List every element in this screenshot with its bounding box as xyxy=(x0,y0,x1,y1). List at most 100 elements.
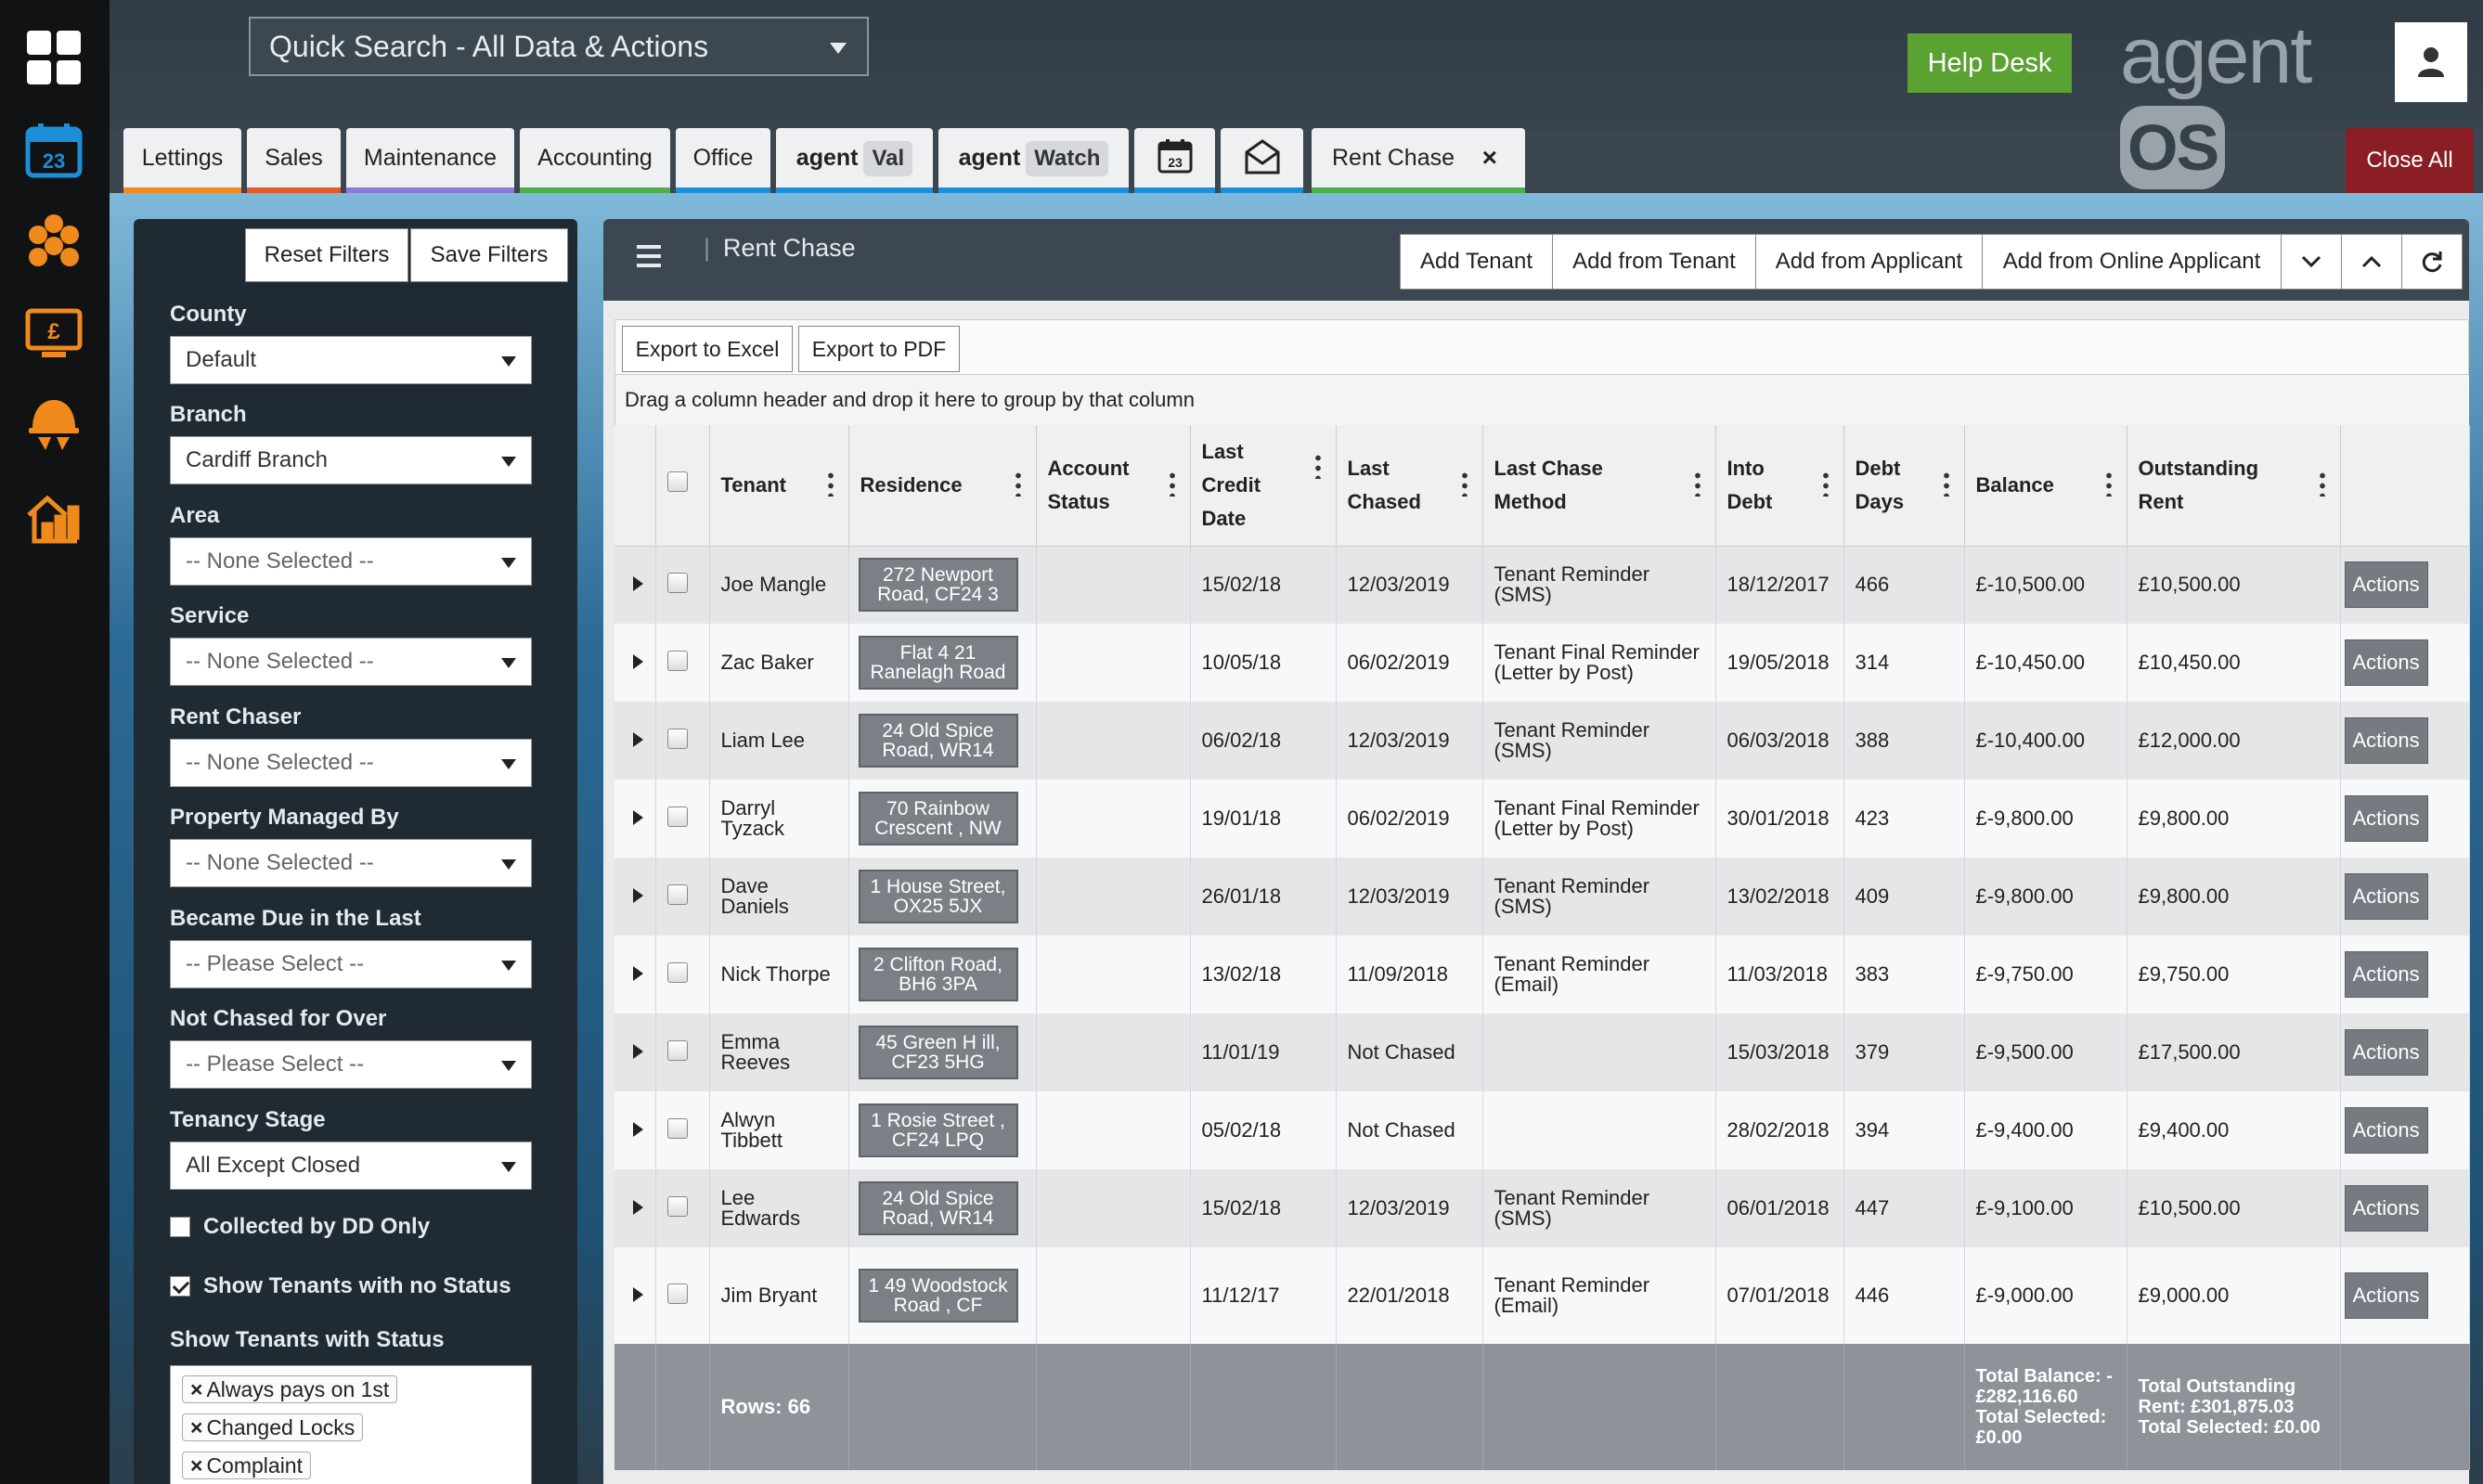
dashboard-grid-icon[interactable] xyxy=(20,24,87,91)
row-checkbox[interactable] xyxy=(666,573,688,594)
column-menu-icon[interactable] xyxy=(1822,470,1829,497)
col-last-chase-method[interactable]: Last Chase Method xyxy=(1482,425,1716,547)
branch-select[interactable]: Cardiff Branch xyxy=(170,436,532,484)
table-row[interactable]: Nick Thorpe 2 Clifton Road, BH6 3PA 13/02/… xyxy=(614,936,2470,1013)
expand-cell[interactable] xyxy=(614,1013,656,1091)
col-last-chased[interactable]: Last Chased xyxy=(1336,425,1483,547)
row-checkbox[interactable] xyxy=(666,729,688,749)
row-actions-button[interactable]: Actions xyxy=(2344,1029,2428,1076)
add-from-online-applicant-button[interactable]: Add from Online Applicant xyxy=(1982,234,2282,290)
select-cell[interactable] xyxy=(655,780,710,858)
remove-tag-icon[interactable]: × xyxy=(190,1415,202,1439)
select-cell[interactable] xyxy=(655,624,710,702)
select-cell[interactable] xyxy=(655,1013,710,1091)
row-actions-button[interactable]: Actions xyxy=(2344,639,2428,686)
expand-cell[interactable] xyxy=(614,1247,656,1344)
row-actions-button[interactable]: Actions xyxy=(2344,561,2428,609)
residence-button[interactable]: Flat 4 21 Ranelagh Road xyxy=(858,636,1018,690)
table-row[interactable]: Jim Bryant 1 49 Woodstock Road , CF 11/12/… xyxy=(614,1247,2470,1344)
expand-row-icon[interactable] xyxy=(633,1122,643,1137)
close-all-button[interactable]: Close All xyxy=(2346,128,2474,193)
add-tenant-button[interactable]: Add Tenant xyxy=(1400,234,1553,290)
dd-only-checkbox[interactable]: Collected by DD Only xyxy=(170,1214,430,1240)
hexagon-cluster-icon[interactable] xyxy=(20,208,87,275)
select-cell[interactable] xyxy=(655,1247,710,1344)
col-outstanding-rent[interactable]: Outstanding Rent xyxy=(2127,425,2341,547)
tab-office[interactable]: Office xyxy=(676,128,770,193)
accounts-screen-icon[interactable]: £ xyxy=(20,301,87,368)
row-checkbox[interactable] xyxy=(666,807,688,827)
tenancy-stage-select[interactable]: All Except Closed xyxy=(170,1142,532,1190)
residence-button[interactable]: 1 Rosie Street , CF24 LPQ xyxy=(858,1103,1018,1157)
area-select[interactable]: -- None Selected -- xyxy=(170,537,532,586)
row-checkbox[interactable] xyxy=(666,1118,688,1139)
help-desk-button[interactable]: Help Desk xyxy=(1908,33,2072,93)
row-actions-button[interactable]: Actions xyxy=(2344,717,2428,764)
col-balance[interactable]: Balance xyxy=(1964,425,2127,547)
column-menu-icon[interactable] xyxy=(2105,470,2112,497)
select-cell[interactable] xyxy=(655,858,710,936)
rent-chaser-select[interactable]: -- None Selected -- xyxy=(170,739,532,787)
select-cell[interactable] xyxy=(655,1091,710,1169)
residence-button[interactable]: 272 Newport Road, CF24 3 xyxy=(858,558,1018,613)
row-actions-button[interactable]: Actions xyxy=(2344,795,2428,842)
column-menu-icon[interactable] xyxy=(2319,470,2325,497)
expand-cell[interactable] xyxy=(614,1091,656,1169)
col-debt-days[interactable]: Debt Days xyxy=(1843,425,1965,547)
row-actions-button[interactable]: Actions xyxy=(2344,1185,2428,1232)
status-tag-input[interactable]: × Always pays on 1st × Changed Locks × Compla… xyxy=(170,1365,532,1484)
select-cell[interactable] xyxy=(655,936,710,1013)
row-checkbox[interactable] xyxy=(666,1196,688,1217)
expand-row-icon[interactable] xyxy=(633,1200,643,1215)
expand-cell[interactable] xyxy=(614,1169,656,1247)
expand-row-icon[interactable] xyxy=(633,1287,643,1302)
table-row[interactable]: Dave Daniels 1 House Street, OX25 5JX 26/0… xyxy=(614,858,2470,936)
collapse-down-button[interactable] xyxy=(2281,234,2342,290)
column-menu-icon[interactable] xyxy=(1314,453,1321,479)
tab-rent-chase[interactable]: Rent Chase × xyxy=(1312,128,1525,193)
expand-row-icon[interactable] xyxy=(633,654,643,669)
select-all-checkbox[interactable] xyxy=(666,471,688,492)
expand-cell[interactable] xyxy=(614,936,656,1013)
expand-cell[interactable] xyxy=(614,702,656,780)
add-from-tenant-button[interactable]: Add from Tenant xyxy=(1552,234,1756,290)
table-row[interactable]: Joe Mangle 272 Newport Road, CF24 3 15/02/… xyxy=(614,546,2470,624)
expand-row-icon[interactable] xyxy=(633,888,643,903)
hamburger-menu-icon[interactable] xyxy=(637,245,661,267)
column-menu-icon[interactable] xyxy=(827,470,834,497)
tab-maintenance[interactable]: Maintenance xyxy=(346,128,514,193)
residence-button[interactable]: 2 Clifton Road, BH6 3PA xyxy=(858,948,1018,1001)
column-menu-icon[interactable] xyxy=(1015,470,1021,497)
select-cell[interactable] xyxy=(655,546,710,624)
row-actions-button[interactable]: Actions xyxy=(2344,873,2428,920)
tab-agent-watch[interactable]: agent Watch xyxy=(938,128,1129,193)
group-drop-zone[interactable]: Drag a column header and drop it here to… xyxy=(614,375,2469,425)
col-into-debt[interactable]: Into Debt xyxy=(1715,425,1844,547)
residence-button[interactable]: 70 Rainbow Crescent , NW xyxy=(858,792,1018,845)
residence-button[interactable]: 24 Old Spice Road, WR14 xyxy=(858,714,1018,768)
export-excel-button[interactable]: Export to Excel xyxy=(622,326,793,372)
residence-button[interactable]: 24 Old Spice Road, WR14 xyxy=(858,1181,1018,1235)
property-chart-icon[interactable] xyxy=(20,483,87,549)
column-menu-icon[interactable] xyxy=(1169,470,1175,497)
tab-accounting[interactable]: Accounting xyxy=(520,128,670,193)
col-account-status[interactable]: Account Status xyxy=(1036,425,1191,547)
tab-sales[interactable]: Sales xyxy=(247,128,341,193)
expand-cell[interactable] xyxy=(614,780,656,858)
expand-cell[interactable] xyxy=(614,546,656,624)
expand-row-icon[interactable] xyxy=(633,1044,643,1059)
table-row[interactable]: Zac Baker Flat 4 21 Ranelagh Road 10/05/18… xyxy=(614,624,2470,702)
tab-calendar[interactable]: 23 xyxy=(1134,128,1215,193)
expand-cell[interactable] xyxy=(614,624,656,702)
expand-cell[interactable] xyxy=(614,858,656,936)
checkbox-checked-icon[interactable] xyxy=(170,1276,190,1297)
column-menu-icon[interactable] xyxy=(1943,470,1949,497)
collapse-up-button[interactable] xyxy=(2341,234,2402,290)
calendar-icon[interactable]: 23 xyxy=(20,117,87,184)
service-select[interactable]: -- None Selected -- xyxy=(170,638,532,686)
expand-row-icon[interactable] xyxy=(633,576,643,592)
column-menu-icon[interactable] xyxy=(1461,470,1468,497)
save-filters-button[interactable]: Save Filters xyxy=(410,228,568,282)
quick-search-dropdown[interactable]: Quick Search - All Data & Actions xyxy=(249,17,869,76)
remove-tag-icon[interactable]: × xyxy=(190,1453,202,1478)
